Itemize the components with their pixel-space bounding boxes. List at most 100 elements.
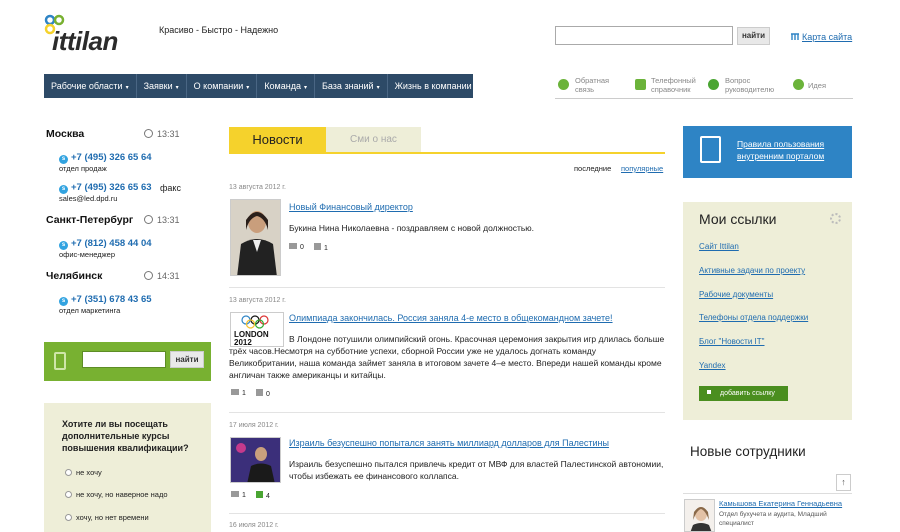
count-value: 1 [242, 390, 246, 397]
phone-number[interactable]: s +7 (495) 326 65 63 [59, 182, 152, 194]
thumbs-up-icon [256, 491, 263, 498]
scroll-up-button[interactable]: ↑ [836, 474, 851, 491]
my-links-title: Мои ссылки [699, 211, 777, 227]
phone-number[interactable]: s +7 (495) 326 65 64 [59, 152, 152, 164]
tab-news[interactable]: Новости [229, 127, 326, 152]
poll-option-label: не хочу [76, 468, 102, 477]
chevron-down-icon: ▾ [376, 85, 380, 91]
employee-avatar[interactable] [684, 499, 715, 532]
search-input[interactable] [555, 26, 733, 45]
my-link[interactable]: Yandex [699, 361, 726, 370]
my-link[interactable]: Активные задачи по проекту [699, 266, 805, 275]
nav-item-work-areas[interactable]: Рабочие области ▾ [44, 74, 137, 98]
count-value: 1 [324, 245, 328, 252]
gear-icon[interactable] [830, 213, 841, 224]
add-link-button[interactable]: добавить ссылку [699, 386, 788, 401]
news-date: 17 июля 2012 г. [229, 422, 279, 429]
nav-item-requests[interactable]: Заявки ▾ [137, 74, 187, 98]
nav-label: База знаний [322, 81, 374, 91]
phone-note: офис-менеджер [59, 250, 115, 259]
phone-number[interactable]: s +7 (351) 678 43 65 [59, 294, 152, 306]
idea-icon [793, 79, 804, 90]
thumbs-up-icon [314, 243, 321, 250]
city-name: Челябинск [46, 270, 103, 282]
phone-text: +7 (495) 326 65 64 [71, 152, 152, 163]
count-value: 0 [300, 244, 304, 251]
chevron-down-icon: ▾ [303, 85, 307, 91]
divider [555, 98, 853, 99]
sort-popular[interactable]: популярные [621, 164, 663, 173]
news-thumbnail[interactable] [230, 437, 281, 483]
count-value: 1 [242, 492, 246, 499]
quick-link-ask-manager[interactable]: Вопрос руководителю [725, 76, 774, 94]
quick-link-phonebook[interactable]: Телефонный справочник [651, 76, 696, 94]
comments-count[interactable]: 0 [289, 243, 304, 251]
document-icon [700, 136, 721, 163]
phone-search-input[interactable] [82, 351, 166, 368]
count-value: 0 [266, 391, 270, 398]
logo[interactable]: ittilan [44, 14, 139, 56]
clock-icon [144, 129, 153, 138]
comments-count[interactable]: 1 [231, 491, 246, 499]
divider [683, 493, 852, 494]
employee-position: Отдел бухучета и аудита, Младший специал… [719, 511, 827, 527]
phone-number[interactable]: s +7 (812) 458 44 04 [59, 238, 152, 250]
chevron-down-icon: ▾ [125, 85, 129, 91]
comment-icon [231, 491, 239, 497]
likes-count[interactable]: 4 [256, 491, 270, 500]
likes-count[interactable]: 1 [314, 243, 328, 252]
divider [229, 412, 665, 413]
my-link[interactable]: Рабочие документы [699, 290, 773, 299]
nav-item-team[interactable]: Команда ▾ [257, 74, 315, 98]
search-button[interactable]: найти [737, 27, 770, 45]
my-link[interactable]: Блог "Новости IT" [699, 337, 765, 346]
skype-icon: s [59, 185, 68, 194]
quick-link-label: руководителю [725, 85, 775, 94]
news-thumbnail[interactable] [230, 199, 281, 276]
portal-rules-link[interactable]: Правила пользования внутренним порталом [737, 138, 847, 162]
news-date: 13 августа 2012 г. [229, 184, 286, 191]
tab-media-about-us[interactable]: Сми о нас [326, 127, 421, 152]
sort-latest[interactable]: последние [574, 164, 611, 173]
quick-link-idea[interactable]: Идея [808, 81, 826, 90]
fax-label: факс [160, 183, 181, 193]
likes-count[interactable]: 0 [256, 389, 270, 398]
skype-icon: s [59, 155, 68, 164]
radio-icon [65, 491, 72, 498]
city-time: 14:31 [144, 271, 180, 281]
phone-search-button[interactable]: найти [170, 351, 204, 368]
quick-link-feedback[interactable]: Обратная связь [575, 76, 609, 94]
poll-option[interactable]: не хочу, но наверное надо [65, 490, 168, 499]
poll-option[interactable]: не хочу [65, 468, 102, 477]
quick-link-label: связь [575, 85, 595, 94]
news-title-link[interactable]: Новый Финансовый директор [289, 202, 413, 212]
tagline: Красиво - Быстро - Надежно [159, 25, 279, 35]
nav-label: Заявки [143, 81, 173, 91]
nav-item-about[interactable]: О компании ▾ [187, 74, 258, 98]
divider [229, 287, 665, 288]
news-title-link[interactable]: Израиль безуспешно попытался занять милл… [289, 438, 609, 448]
city-time: 13:31 [144, 129, 180, 139]
nav-label: Жизнь в компании [394, 81, 472, 91]
my-link[interactable]: Телефоны отдела поддержки [699, 313, 808, 322]
phonebook-icon [635, 79, 646, 90]
thumbs-up-icon [256, 389, 263, 396]
employee-name-link[interactable]: Камышова Екатерина Геннадьевна [719, 499, 842, 508]
quick-link-label: Идея [808, 81, 826, 90]
quick-links: Обратная связь Телефонный справочник Вопро… [555, 76, 855, 98]
mobile-phone-icon [54, 352, 66, 370]
nav-item-company-life[interactable]: Жизнь в компании ▾ [388, 74, 485, 98]
poll-option[interactable]: хочу, но нет времени [65, 513, 149, 522]
sitemap-link[interactable]: Карта сайта [802, 32, 852, 42]
new-employees-title: Новые сотрудники [690, 444, 806, 459]
person-photo-icon [231, 438, 280, 482]
my-link[interactable]: Сайт Ittilan [699, 242, 739, 251]
nav-item-knowledge-base[interactable]: База знаний ▾ [315, 74, 388, 98]
poll-option-label: не хочу, но наверное надо [76, 490, 168, 499]
news-text: В Лондоне потушили олимпийский огонь. Кр… [229, 334, 665, 380]
plus-icon [707, 390, 711, 394]
comments-count[interactable]: 1 [231, 389, 246, 397]
news-title-link[interactable]: Олимпиада закончилась. Россия заняла 4-е… [289, 313, 613, 323]
tab-underline [229, 152, 665, 154]
quick-link-label: справочник [651, 85, 691, 94]
